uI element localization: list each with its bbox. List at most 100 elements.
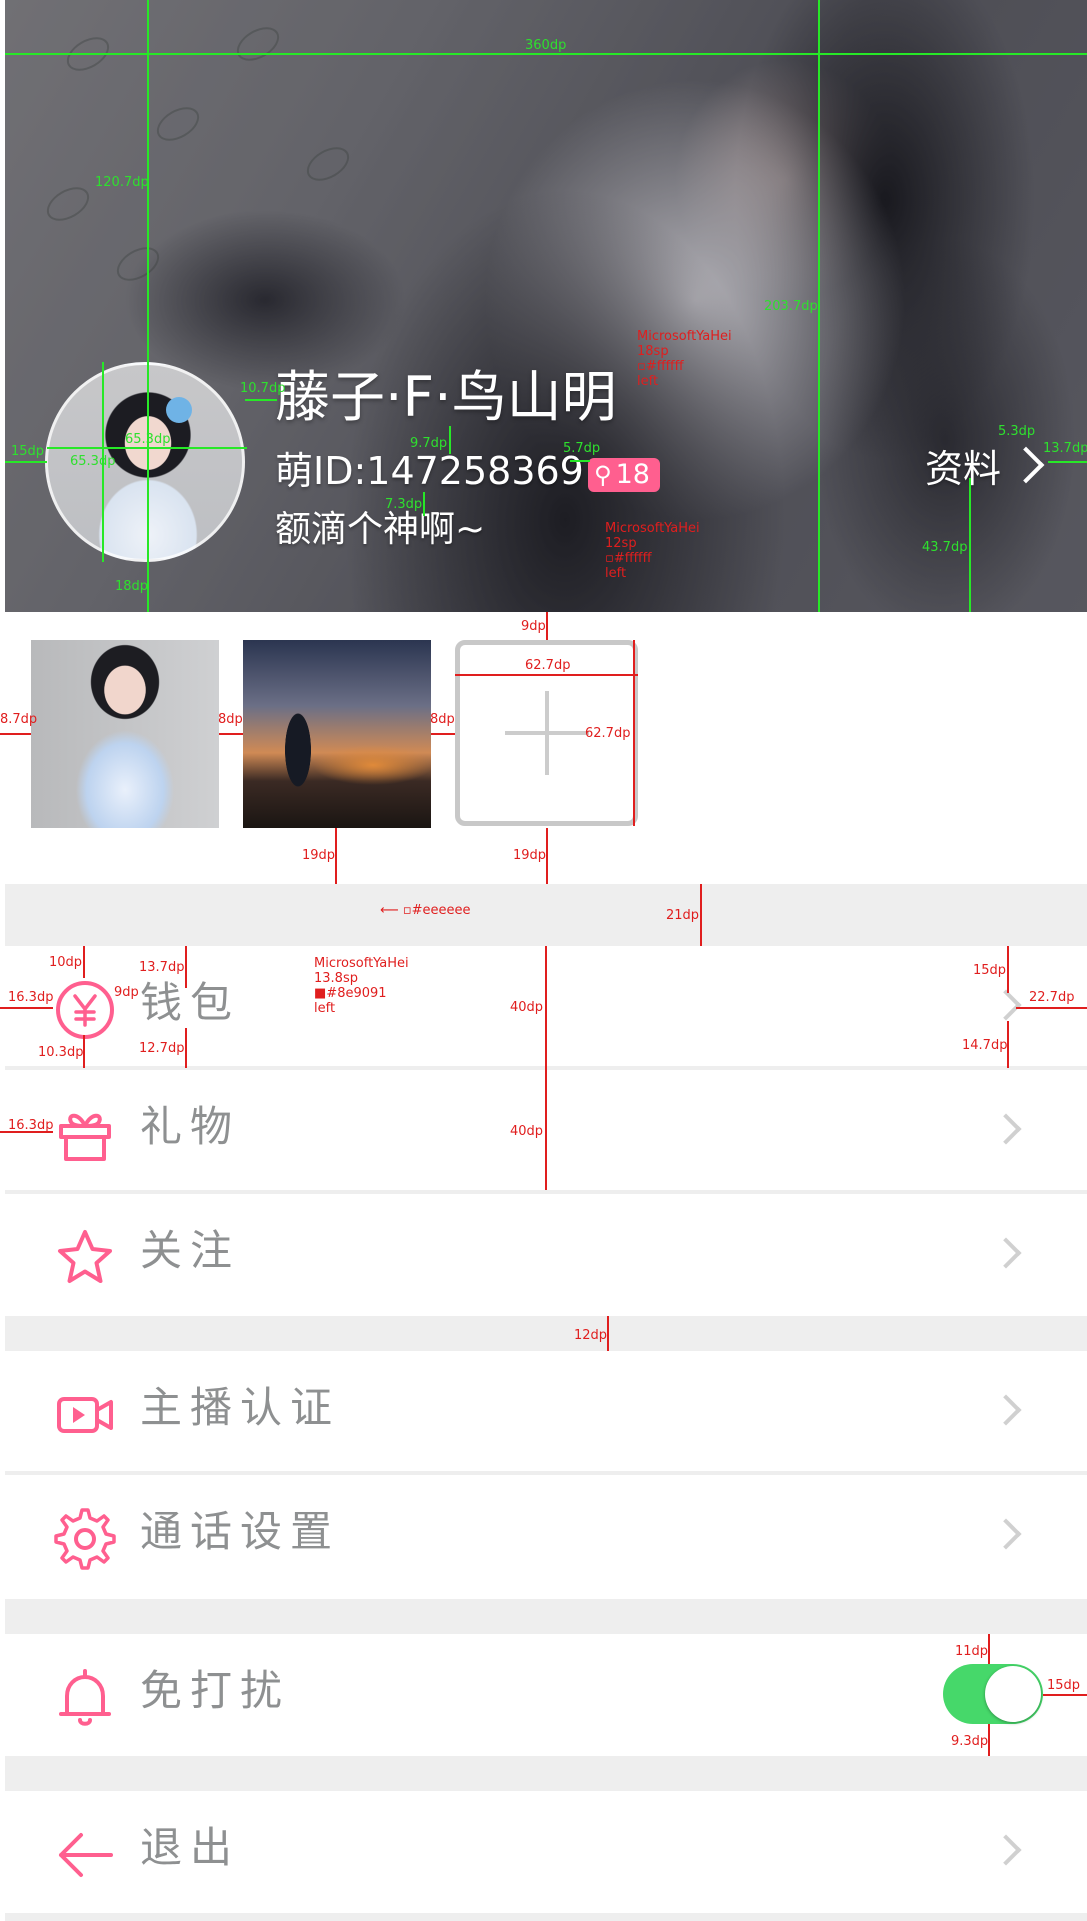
measure-line [185,1028,187,1068]
measure-label: 203.7dp [764,299,818,314]
section-separator [5,1913,1087,1921]
signature: 额滴个神啊~ [275,509,486,550]
measure-line [335,828,337,884]
measure-label: 13.7dp [1043,441,1087,456]
measure-line [818,0,820,612]
measure-label: 360dp [525,38,567,53]
menu-item-follow[interactable]: 关注 [5,1194,1087,1316]
measure-label: 40dp [510,1124,544,1139]
section-separator [5,1316,1087,1351]
measure-line [988,1724,990,1756]
do-not-disturb-toggle[interactable] [943,1664,1043,1724]
gift-icon [59,1113,111,1161]
chevron-right-icon [990,1394,1022,1426]
menu-item-streamer-verification[interactable]: 主播认证 [5,1351,1087,1471]
menu-item-label: 通话设置 [140,1507,341,1556]
measure-label: 12dp [574,1328,608,1343]
measure-label: 40dp [510,1000,544,1015]
measure-label: 9dp [114,985,139,1000]
video-camera-icon [57,1397,113,1433]
photo-thumbnail[interactable] [31,640,219,828]
measure-label: 22.7dp [1029,990,1075,1005]
avatar-hair-accessory [166,397,192,423]
measure-label: 10.3dp [38,1045,84,1060]
measure-label: 9.3dp [951,1734,989,1749]
measure-label: 8.7dp [0,712,38,727]
measure-label: ⟵ ▫#eeeeee [380,903,471,918]
measure-line [1016,1007,1087,1009]
measure-label: 65.3dp [70,454,116,469]
color-note: ■#8e9091 [314,985,387,1001]
measure-line [5,53,1087,55]
color-value: #ffffff [645,358,684,374]
measure-label: 18dp [115,579,149,594]
measure-line [607,1316,609,1351]
menu-item-label: 退出 [140,1823,241,1872]
font-size-note: 18sp [637,343,669,359]
measure-line [47,447,247,449]
measure-line [0,733,31,735]
username: 藤子·F·鸟山明 [275,365,617,429]
measure-label: 62.7dp [585,726,631,741]
font-size-note: 13.8sp [314,970,358,986]
font-name-note: MicrosoftYaHei [605,521,700,536]
measure-label: 5.3dp [998,424,1036,439]
photo-thumbnail[interactable] [243,640,431,828]
measure-line [185,946,187,988]
measure-line [449,426,451,454]
measure-label: 13.7dp [139,960,185,975]
measure-line [1007,946,1009,993]
measure-line [431,733,455,735]
gender-icon: ⚲ [594,461,612,489]
measure-label: 9dp [521,619,546,634]
measure-label: 15dp [973,963,1007,978]
measure-line [5,461,47,463]
measure-label: 65.3dp [125,432,171,447]
measure-label: 21dp [666,908,700,923]
measure-line [545,946,547,1190]
measure-label: 8dp [218,712,243,727]
measure-label: 10.7dp [240,381,286,396]
font-name-note: MicrosoftYaHei [637,329,732,344]
typography-note: MicrosoftYaHei 12sp ▫#ffffff left [605,521,700,582]
measure-line [219,733,243,735]
measure-line [700,884,702,946]
plus-icon [545,691,549,775]
font-name-note: MicrosoftYaHei [314,956,409,971]
measure-line [546,612,548,640]
section-separator [5,1756,1087,1791]
color-value: #8e9091 [326,985,387,1001]
measure-line [546,828,548,884]
chevron-right-icon [990,1113,1022,1145]
measure-line [423,492,425,516]
gear-icon [54,1508,116,1570]
measure-label: 8dp [430,712,455,727]
chevron-right-icon [990,1518,1022,1550]
chevron-right-icon [990,1237,1022,1269]
section-separator [5,884,1087,946]
menu-item-label: 钱包 [140,978,241,1027]
measure-label: 16.3dp [8,990,54,1005]
level-badge: ⚲ 18 [588,458,660,492]
user-id: 萌ID:147258369 [275,449,584,493]
yen-circle-icon [56,981,114,1039]
chevron-right-icon [1007,446,1045,484]
measure-line [83,946,85,978]
measure-label: 9.7dp [410,436,448,451]
chevron-right-icon [990,989,1022,1021]
measure-label: 62.7dp [525,658,571,673]
profile-details-link[interactable]: 资料 [925,440,1045,491]
menu-item-call-settings[interactable]: 通话设置 [5,1475,1087,1599]
measure-label: 15dp [11,444,45,459]
menu-item-logout[interactable]: 退出 [5,1791,1087,1913]
measure-line [969,478,971,612]
section-separator [5,1599,1087,1634]
measure-label: 15dp [1047,1678,1081,1693]
measure-label: 120.7dp [95,175,149,190]
measure-label: 43.7dp [922,540,968,555]
bell-icon [59,1669,111,1726]
measure-label: 7.3dp [385,497,423,512]
color-value: #ffffff [613,550,652,566]
measure-label: 16.3dp [8,1118,54,1133]
measure-line [1043,1694,1087,1696]
